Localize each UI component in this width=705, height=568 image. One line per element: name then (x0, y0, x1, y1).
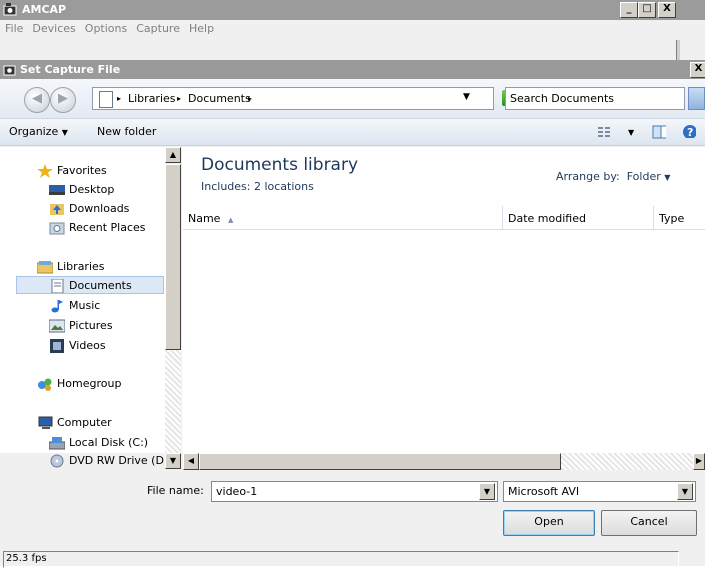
computer-icon (38, 416, 53, 429)
hard-disk-icon (49, 437, 65, 450)
organize-button[interactable]: Organize ▼ (9, 125, 68, 138)
chevron-down-icon[interactable]: ▼ (463, 92, 470, 102)
chevron-right-icon[interactable]: ▸ (117, 94, 121, 103)
organize-label: Organize (9, 125, 59, 138)
breadcrumb-documents[interactable]: Documents (188, 92, 251, 105)
amcap-menu-bar: File Devices Options Capture Help (0, 20, 680, 38)
scroll-up-icon[interactable]: ▲ (165, 147, 181, 163)
view-options-icon[interactable] (597, 125, 611, 139)
column-name-label: Name (188, 212, 221, 225)
column-header-row: Name ▲ Date modified Type (183, 206, 705, 230)
nav-dvd-drive-label: DVD RW Drive (D:) (69, 454, 172, 467)
dialog-title: Set Capture File (20, 63, 121, 76)
fps-readout: 25.3 fps (3, 551, 679, 568)
column-name[interactable]: Name ▲ (183, 206, 503, 230)
breadcrumb-libraries[interactable]: Libraries (128, 92, 176, 105)
menu-options[interactable]: Options (80, 20, 131, 35)
nav-pictures-label: Pictures (69, 319, 113, 332)
nav-documents-label: Documents (69, 279, 132, 292)
preview-pane-icon[interactable] (652, 125, 666, 139)
desktop-icon (49, 185, 65, 195)
dialog-close-button[interactable]: X (690, 62, 705, 78)
recent-places-icon (49, 222, 65, 235)
cancel-button[interactable]: Cancel (601, 510, 697, 536)
chevron-right-icon[interactable]: ▸ (177, 94, 181, 103)
arrange-label: Arrange by: (556, 170, 620, 183)
svg-text:?: ? (687, 126, 693, 138)
nav-libraries-label: Libraries (57, 260, 105, 273)
nav-videos-label: Videos (69, 339, 106, 352)
maximize-button[interactable]: □ (638, 2, 656, 18)
close-button[interactable]: X (658, 2, 676, 18)
nav-local-disk-label: Local Disk (C:) (69, 436, 149, 449)
chevron-right-icon[interactable]: ▸ (248, 94, 252, 103)
forward-arrow-icon[interactable]: ▶ (50, 87, 76, 113)
chevron-down-icon[interactable]: ▼ (479, 483, 495, 500)
minimize-button[interactable]: _ (620, 2, 638, 18)
library-includes[interactable]: Includes: 2 locations (201, 180, 314, 193)
file-type-select[interactable]: Microsoft AVI (503, 481, 696, 502)
pictures-icon (49, 319, 65, 333)
back-arrow-icon[interactable]: ◀ (24, 87, 50, 113)
status-bar: 25.3 fps (0, 547, 680, 568)
downloads-icon (50, 204, 64, 215)
arrange-value[interactable]: Folder (627, 170, 661, 183)
nav-scroll-thumb[interactable] (165, 164, 181, 350)
nav-scroll-track[interactable] (165, 350, 181, 453)
amcap-title-bar: AMCAP _ □ X (0, 0, 705, 20)
library-title: Documents library (201, 155, 359, 175)
nav-favorites-label: Favorites (57, 164, 107, 177)
nav-recent-places-label: Recent Places (69, 221, 146, 234)
arrange-by-control[interactable]: Arrange by: Folder ▼ (556, 170, 670, 183)
document-icon (99, 91, 113, 108)
chevron-down-icon: ▼ (61, 128, 68, 137)
nav-desktop-label: Desktop (69, 183, 115, 196)
column-date-modified[interactable]: Date modified (503, 206, 654, 230)
homegroup-icon (38, 378, 52, 391)
file-name-input[interactable]: video-1 (211, 481, 498, 502)
chevron-down-icon[interactable]: ▼ (677, 483, 693, 500)
chevron-down-icon[interactable]: ▼ (664, 173, 670, 182)
search-input[interactable]: Search Documents (505, 87, 685, 110)
menu-devices[interactable]: Devices (27, 20, 79, 35)
chevron-down-icon[interactable]: ▼ (628, 128, 634, 137)
document-icon (51, 279, 64, 293)
menu-capture[interactable]: Capture (131, 20, 184, 35)
hscroll-thumb[interactable] (199, 453, 561, 470)
scroll-right-icon[interactable]: ▶ (693, 453, 705, 470)
dvd-drive-icon (50, 454, 64, 468)
camera-icon (3, 3, 17, 16)
open-button[interactable]: Open (503, 510, 595, 536)
sort-ascending-icon: ▲ (227, 216, 234, 224)
libraries-icon (37, 261, 53, 274)
star-icon (37, 164, 53, 178)
amcap-title: AMCAP (22, 3, 67, 16)
camera-icon (3, 65, 16, 76)
dialog-title-bar: Set Capture File X (0, 60, 705, 79)
new-folder-button[interactable]: New folder (97, 125, 156, 138)
nav-computer-label: Computer (57, 416, 112, 429)
column-type[interactable]: Type (654, 206, 705, 230)
search-icon[interactable] (688, 87, 705, 110)
address-bar[interactable]: ▸ Libraries ▸ Documents ▸ ▼ (92, 87, 494, 110)
scroll-down-icon[interactable]: ▼ (165, 453, 181, 469)
help-icon[interactable]: ? (682, 124, 696, 138)
menu-file[interactable]: File (0, 20, 27, 35)
scroll-left-icon[interactable]: ◀ (183, 453, 199, 470)
nav-downloads-label: Downloads (69, 202, 130, 215)
videos-icon (50, 339, 64, 353)
file-name-label: File name: (147, 484, 204, 497)
command-toolbar: Organize ▼ New folder ▼ ? (0, 119, 705, 146)
music-icon (51, 300, 63, 313)
nav-music-label: Music (69, 299, 101, 312)
menu-help[interactable]: Help (184, 20, 218, 35)
nav-homegroup-label: Homegroup (57, 377, 122, 390)
